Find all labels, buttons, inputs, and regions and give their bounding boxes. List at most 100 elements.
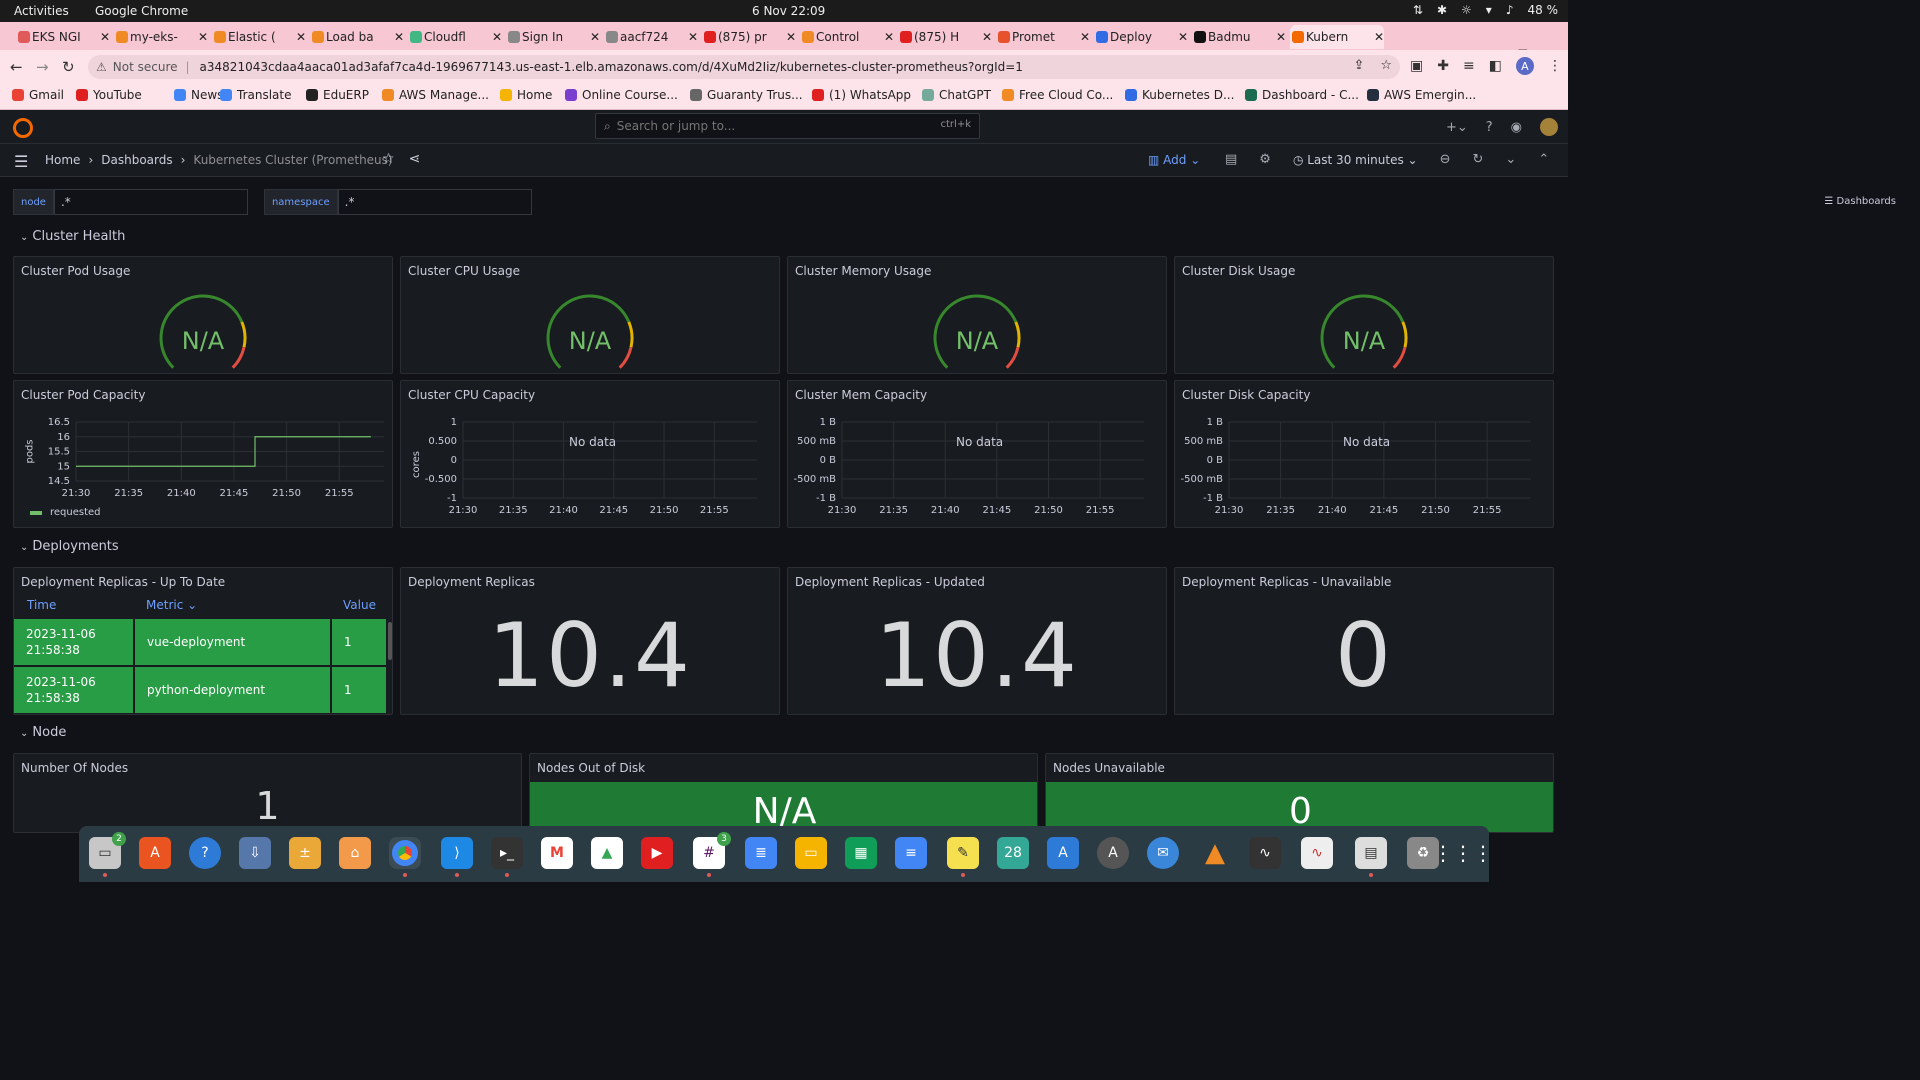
news-feed-icon[interactable]: ◉ (1511, 120, 1522, 135)
calendar-icon[interactable]: 28 (997, 837, 1029, 869)
time-range-picker[interactable]: ◷ Last 30 minutes ⌄ (1293, 153, 1418, 167)
browser-tab[interactable]: (875) pr ✕ (702, 25, 796, 49)
tab-close-icon[interactable]: ✕ (492, 30, 502, 44)
activities-button[interactable]: Activities (14, 4, 69, 18)
gmail-icon[interactable]: M (541, 837, 573, 869)
document-viewer-icon[interactable]: ▤ (1355, 837, 1387, 869)
table-cell-metric[interactable]: vue-deployment (135, 619, 330, 665)
system-monitor-icon[interactable]: ∿ (1249, 837, 1281, 869)
installer-icon[interactable]: ⇩ (239, 837, 271, 869)
legend-item[interactable]: requested (30, 507, 101, 518)
help-app-icon[interactable]: ? (189, 837, 221, 869)
puzzle-icon[interactable]: ✚ (1437, 58, 1449, 74)
bookmark-item[interactable]: Translate (220, 88, 292, 102)
url-text[interactable]: a34821043cdaa4aaca01ad3afaf7ca4d-1969677… (200, 60, 1023, 74)
share-dashboard-icon[interactable]: ⋖ (409, 151, 421, 167)
variable-namespace-input[interactable] (337, 189, 532, 215)
panel-cpu-capacity[interactable]: Cluster CPU Capacity 1 0.500 0 -0.500 -1 21:3… (400, 380, 780, 528)
youtube-icon[interactable]: ▶ (641, 837, 673, 869)
bookmark-star-icon[interactable]: ☆ (1380, 58, 1392, 73)
browser-tab[interactable]: Sign In ✕ (506, 25, 600, 49)
bookmark-item[interactable]: YouTube (76, 88, 142, 102)
save-icon[interactable]: ▤ (1225, 152, 1237, 167)
panel-number-of-nodes[interactable]: Number Of Nodes 1 (13, 753, 522, 833)
zoom-out-icon[interactable]: ⊖ (1440, 152, 1451, 167)
refresh-interval-chevron-icon[interactable]: ⌄ (1505, 152, 1516, 167)
reload-icon[interactable]: ↻ (62, 58, 75, 76)
tab-close-icon[interactable]: ✕ (786, 30, 796, 44)
row-cluster-health[interactable]: ⌄ Cluster Health (20, 229, 125, 244)
panel-deployment-replicas-updated[interactable]: Deployment Replicas - Updated 10.4 (787, 567, 1167, 715)
browser-tab[interactable]: my-eks- ✕ (114, 25, 208, 49)
settings-gear-icon[interactable]: ⚙ (1259, 152, 1271, 167)
panel-nodes-unavailable[interactable]: Nodes Unavailable 0 (1045, 753, 1554, 833)
menu-hamburger-icon[interactable]: ☰ (14, 152, 28, 171)
column-header-metric[interactable]: Metric ⌄ (146, 598, 197, 612)
dashboards-link[interactable]: ☰ Dashboards (1824, 196, 1896, 207)
tab-close-icon[interactable]: ✕ (590, 30, 600, 44)
bookmark-item[interactable]: Dashboard - C... (1245, 88, 1359, 102)
cpu-capacity-chart[interactable]: 1 0.500 0 -0.500 -121:30 21:35 21:40 21:45 21:50… (401, 381, 780, 528)
tab-close-icon[interactable]: ✕ (1080, 30, 1090, 44)
grafana-logo-icon[interactable] (13, 118, 33, 138)
browser-tab[interactable]: Promet ✕ (996, 25, 1090, 49)
bookmark-item[interactable]: Kubernetes D... (1125, 88, 1234, 102)
panel-mem-capacity[interactable]: Cluster Mem Capacity 1 B 500 mB 0 B -500 mB… (787, 380, 1167, 528)
share-icon[interactable]: ⇪ (1353, 58, 1364, 73)
browser-tab[interactable]: (875) H ✕ (898, 25, 992, 49)
panel-gauge[interactable]: Cluster Pod Usage N/A (13, 256, 393, 374)
app-grid-icon[interactable]: ⋮⋮⋮ (1433, 837, 1493, 869)
tab-close-icon[interactable]: ✕ (198, 30, 208, 44)
help-icon[interactable]: ? (1486, 120, 1493, 135)
panel-deployment-replicas-unavailable[interactable]: Deployment Replicas - Unavailable 0 (1174, 567, 1554, 715)
bookmark-item[interactable]: EduERP (306, 88, 369, 102)
active-app-name[interactable]: Google Chrome (95, 4, 188, 18)
browser-tab[interactable]: EKS NGI ✕ (16, 25, 110, 49)
panel-gauge[interactable]: Cluster Memory Usage N/A (787, 256, 1167, 374)
panel-nodes-out-of-disk[interactable]: Nodes Out of Disk N/A (529, 753, 1038, 833)
tab-close-icon[interactable]: ✕ (982, 30, 992, 44)
forward-icon[interactable]: → (36, 58, 49, 76)
bookmark-item[interactable]: AWS Emergin... (1367, 88, 1476, 102)
thunderbird-icon[interactable]: ✉ (1147, 837, 1179, 869)
usage-chart-icon[interactable]: ∿ (1301, 837, 1333, 869)
vscode-icon[interactable]: ⟩ (441, 837, 473, 869)
browser-tab[interactable]: Badmu ✕ (1192, 25, 1286, 49)
calculator-icon[interactable]: ± (289, 837, 321, 869)
tab-close-icon[interactable]: ✕ (100, 30, 110, 44)
menu-kebab-icon[interactable]: ⋮ (1548, 58, 1562, 74)
table-cell-value[interactable]: 1 (332, 667, 386, 713)
breadcrumb-home[interactable]: Home (45, 153, 80, 167)
table-cell-value[interactable]: 1 (332, 619, 386, 665)
bookmark-item[interactable]: News (174, 88, 223, 102)
google-drive-icon[interactable]: ▲ (591, 837, 623, 869)
row-deployments[interactable]: ⌄ Deployments (20, 539, 119, 554)
sheets-icon[interactable]: ▦ (845, 837, 877, 869)
appimage-icon[interactable]: A (1097, 837, 1129, 869)
panel-disk-capacity[interactable]: Cluster Disk Capacity 1 B 500 mB 0 B -500 m… (1174, 380, 1554, 528)
panel-pod-capacity[interactable]: Cluster Pod Capacity 16.5 16 15.5 15 14.5 21:… (13, 380, 393, 528)
docs-icon[interactable]: ≣ (745, 837, 777, 869)
panel-deployment-replicas[interactable]: Deployment Replicas 10.4 (400, 567, 780, 715)
bookmark-item[interactable]: Home (500, 88, 552, 102)
slides-icon[interactable]: ▭ (795, 837, 827, 869)
app-store-icon[interactable]: A (1047, 837, 1079, 869)
table-cell-time[interactable]: 2023-11-06 21:58:38 (14, 619, 133, 665)
bookmark-item[interactable]: ChatGPT (922, 88, 991, 102)
browser-tab[interactable]: Elastic (✕ (212, 25, 306, 49)
collapse-chevron-icon[interactable]: ⌃ (1538, 152, 1549, 167)
panel-gauge[interactable]: Cluster CPU Usage N/A (400, 256, 780, 374)
grafana-search[interactable]: ⌕ ctrl+k (595, 113, 980, 139)
bookmark-item[interactable]: (1) WhatsApp (812, 88, 911, 102)
table-cell-metric[interactable]: python-deployment (135, 667, 330, 713)
text-editor-icon[interactable]: ✎ (947, 837, 979, 869)
variable-node-input[interactable] (53, 189, 248, 215)
search-input[interactable] (616, 119, 917, 133)
browser-tab[interactable]: Control ✕ (800, 25, 894, 49)
address-bar[interactable]: ⚠ Not secure | a34821043cdaa4aaca01ad3af… (88, 55, 1400, 79)
system-tray[interactable]: ⇅ ✱ ☼ ▾ ♪ 48 % (1413, 3, 1558, 17)
table-cell-time[interactable]: 2023-11-06 21:58:38 (14, 667, 133, 713)
reading-list-icon[interactable]: ≡ (1463, 58, 1475, 74)
mem-capacity-chart[interactable]: 1 B 500 mB 0 B -500 mB -1 B21:30 21:35 21:40 21… (788, 381, 1167, 528)
back-icon[interactable]: ← (10, 58, 23, 76)
